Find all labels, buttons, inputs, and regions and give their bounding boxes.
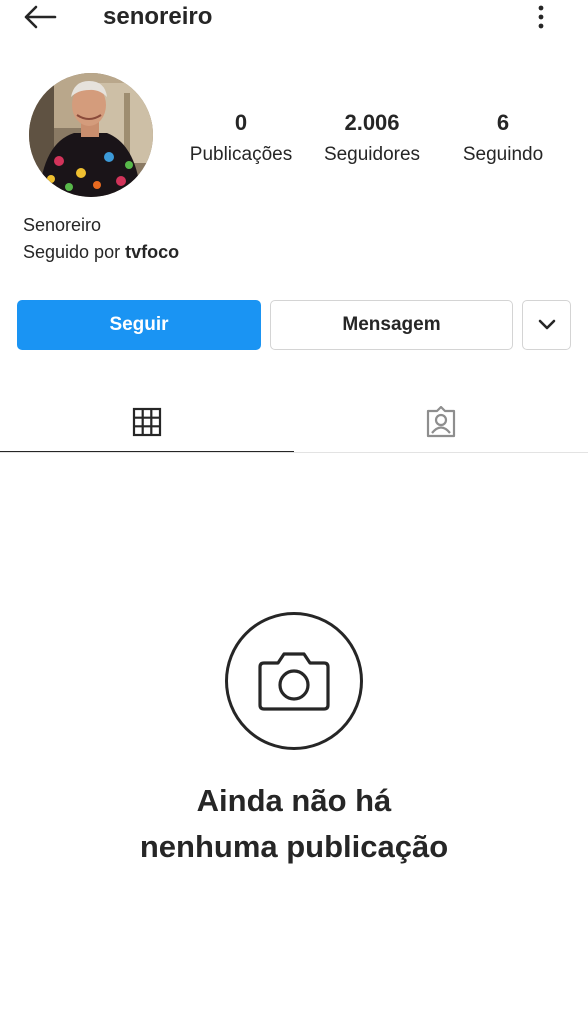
- suggestions-dropdown-button[interactable]: [522, 300, 571, 350]
- camera-icon: [258, 652, 330, 711]
- followed-by-text: Seguido por tvfoco: [23, 242, 179, 263]
- back-arrow-icon: [24, 5, 57, 29]
- stat-following[interactable]: 6 Seguindo: [452, 110, 554, 167]
- following-label: Seguindo: [462, 144, 544, 165]
- chevron-down-icon: [538, 319, 555, 330]
- grid-icon: [132, 407, 162, 436]
- followers-label: Seguidores: [323, 144, 421, 165]
- following-count: 6: [496, 110, 510, 135]
- tab-tagged[interactable]: [294, 390, 588, 453]
- profile-full-name: Senoreiro: [23, 215, 102, 235]
- message-button[interactable]: Mensagem: [270, 300, 513, 350]
- empty-state-line1: Ainda não há: [196, 783, 392, 818]
- followers-count: 2.006: [344, 110, 400, 135]
- followed-by-user-link[interactable]: tvfoco: [125, 242, 179, 262]
- stat-posts[interactable]: 0 Publicações: [181, 110, 301, 167]
- back-button[interactable]: [20, 2, 60, 32]
- profile-avatar[interactable]: [29, 73, 153, 197]
- tab-posts-grid[interactable]: [0, 390, 294, 453]
- posts-count: 0: [234, 110, 248, 135]
- more-vertical-icon: [538, 5, 544, 29]
- stat-followers[interactable]: 2.006 Seguidores: [316, 110, 428, 167]
- profile-username: senoreiro: [103, 3, 213, 30]
- camera-circle: [225, 612, 363, 750]
- posts-label: Publicações: [189, 144, 293, 165]
- top-bar: senoreiro: [0, 0, 588, 34]
- more-options-button[interactable]: [526, 2, 556, 32]
- profile-tabs: [0, 390, 588, 454]
- empty-state-title: Ainda não há nenhuma publicação: [0, 778, 588, 870]
- followed-by-prefix: Seguido por: [23, 242, 126, 262]
- tagged-icon: [426, 405, 456, 437]
- empty-posts-state: Ainda não há nenhuma publicação: [0, 612, 588, 870]
- follow-button[interactable]: Seguir: [17, 300, 261, 350]
- empty-state-line2: nenhuma publicação: [139, 829, 449, 864]
- tabs-divider: [0, 452, 588, 453]
